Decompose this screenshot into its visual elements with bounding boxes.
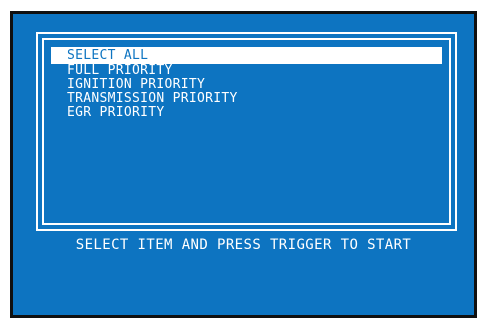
- priority-menu: SELECT ALL FULL PRIORITY IGNITION PRIORI…: [51, 47, 442, 120]
- menu-frame: SELECT ALL FULL PRIORITY IGNITION PRIORI…: [36, 32, 457, 231]
- menu-item-full-priority[interactable]: FULL PRIORITY: [51, 64, 442, 78]
- status-instruction: SELECT ITEM AND PRESS TRIGGER TO START: [75, 237, 412, 253]
- menu-item-egr-priority[interactable]: EGR PRIORITY: [51, 106, 442, 120]
- menu-frame-inner: SELECT ALL FULL PRIORITY IGNITION PRIORI…: [42, 38, 451, 225]
- menu-item-transmission-priority[interactable]: TRANSMISSION PRIORITY: [51, 92, 442, 106]
- device-screen: SELECT ALL FULL PRIORITY IGNITION PRIORI…: [10, 11, 477, 318]
- menu-item-select-all[interactable]: SELECT ALL: [51, 47, 442, 64]
- menu-item-ignition-priority[interactable]: IGNITION PRIORITY: [51, 78, 442, 92]
